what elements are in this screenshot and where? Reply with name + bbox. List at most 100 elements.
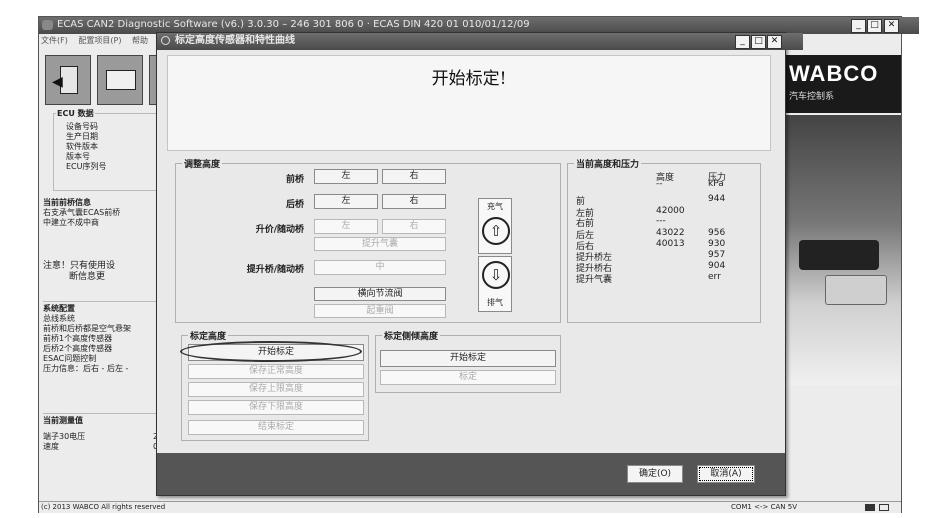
up-arrow-icon: ⇧ xyxy=(482,217,510,245)
col-height-unit: -- xyxy=(656,179,663,189)
cancel-button[interactable]: 取消(A) xyxy=(697,465,755,483)
system-config-line: 总线系统 xyxy=(43,314,75,323)
warning-text: 注意！只有使用设 断信息更 xyxy=(43,261,159,283)
system-config-line: 后桥2个高度传感器 xyxy=(43,344,113,353)
main-minimize-button[interactable]: _ xyxy=(851,19,866,33)
side-calibrate-button[interactable]: 标定 xyxy=(380,370,556,385)
status-connection-icon xyxy=(865,504,875,511)
printer-icon xyxy=(106,70,136,90)
pressure-row-value: err xyxy=(708,272,721,282)
main-title: ECAS CAN2 Diagnostic Software (v6.) 3.0.… xyxy=(57,19,530,30)
finish-calibration-button[interactable]: 结束标定 xyxy=(188,420,364,435)
front-left-button[interactable]: 左 xyxy=(314,169,378,184)
warning-line-1: 注意！只有使用设 xyxy=(43,261,116,271)
calibrate-side-title: 标定侧倾高度 xyxy=(382,329,441,342)
current-height-title: 当前高度和压力 xyxy=(574,157,642,170)
ecu-item: ECU序列号 xyxy=(66,162,107,171)
lift-air-bag-button[interactable]: 提升气囊 xyxy=(314,237,446,251)
system-config-line: ESAC问题控制 xyxy=(43,354,97,363)
save-lower-height-button[interactable]: 保存下限高度 xyxy=(188,400,364,415)
ecu-device-shape xyxy=(799,240,879,270)
lift-left-button[interactable]: 左 xyxy=(314,219,378,234)
status-connection: COM1 <-> CAN 5V xyxy=(731,503,797,511)
pressure-row-value: 930 xyxy=(708,239,726,249)
menu-project[interactable]: 配置项目(P) xyxy=(78,36,121,45)
brand-logo: WABCO xyxy=(789,61,879,86)
current-height-group: 当前高度和压力 高度 -- 压力 kPa 前 944 左前 42000 右前 -… xyxy=(567,157,761,323)
measurement-row: 速度0 xyxy=(43,442,159,452)
front-axle-label: 前桥 xyxy=(285,175,304,185)
dialog-icon xyxy=(161,36,170,45)
main-statusbar: (c) 2013 WABCO All rights reserved COM1 … xyxy=(39,501,901,513)
pressure-row-value: 956 xyxy=(708,228,726,238)
pressure-row-value: 904 xyxy=(708,261,726,271)
ecu-item: 生产日期 xyxy=(66,132,98,141)
message-text: 开始标定! xyxy=(431,69,507,89)
main-maximize-button[interactable]: □ xyxy=(867,19,882,33)
measurement-label: 速度 xyxy=(43,442,59,451)
system-config-section: 系统配置 总线系统 前桥和后桥都是空气悬架 前桥1个高度传感器 后桥2个高度传感… xyxy=(43,301,159,374)
brand-panel: WABCO 汽车控制系 xyxy=(785,55,901,113)
calibrate-height-group: 标定高度 开始标定 保存正常高度 保存上限高度 保存下限高度 结束标定 xyxy=(180,329,369,441)
dialog-footer: 确定(O) 取消(A) xyxy=(157,453,785,495)
inflate-button[interactable]: 充气 ⇧ xyxy=(478,198,512,254)
save-normal-height-button[interactable]: 保存正常高度 xyxy=(188,364,364,379)
lateral-valve-button[interactable]: 横向节流阀 xyxy=(314,287,446,301)
dialog-minimize-button[interactable]: _ xyxy=(735,35,750,49)
pressure-row-value: 957 xyxy=(708,250,726,260)
status-copyright: (c) 2013 WABCO All rights reserved xyxy=(41,503,166,511)
measurement-row: 端子30电压2 xyxy=(43,432,159,442)
ecu-item: 软件版本 xyxy=(66,142,98,151)
measurement-label: 端子30电压 xyxy=(43,432,86,441)
dialog-close-button[interactable]: ✕ xyxy=(767,35,782,49)
system-config-title: 系统配置 xyxy=(43,304,75,313)
calibration-dialog: 标定高度传感器和特性曲线 _ □ ✕ 开始标定! 调整高度 前桥 左 右 后桥 … xyxy=(156,32,803,496)
start-side-calibration-button[interactable]: 开始标定 xyxy=(380,350,556,367)
height-row-value: 42000 xyxy=(656,206,685,216)
toolbar-print-button[interactable] xyxy=(97,55,143,105)
ecu-item: 版本号 xyxy=(66,152,90,161)
vehicle-info-line: 中建立不成中商 xyxy=(43,218,99,227)
product-image xyxy=(785,115,901,385)
warning-line-2: 断信息更 xyxy=(69,272,106,282)
height-row-value: 43022 xyxy=(656,228,685,238)
menu-file[interactable]: 文件(F) xyxy=(41,36,68,45)
down-arrow-icon: ⇩ xyxy=(482,261,510,289)
ecu-item: 设备号码 xyxy=(66,122,98,131)
dialog-maximize-button[interactable]: □ xyxy=(751,35,766,49)
pressure-row-value: 944 xyxy=(708,194,726,204)
app-icon xyxy=(42,20,53,30)
system-config-line: 压力信息：后右 - 后左 - xyxy=(43,364,129,373)
ecu-section-list: 设备号码 生产日期 软件版本 版本号 ECU序列号 xyxy=(66,122,107,172)
toolbar-exit-button[interactable]: ◀ xyxy=(45,55,91,105)
ok-button[interactable]: 确定(O) xyxy=(627,465,683,483)
menu-help[interactable]: 帮助 xyxy=(132,36,148,45)
inflate-label: 充气 xyxy=(487,202,503,211)
lift-follow-label: 提升桥/随动桥 xyxy=(246,265,304,275)
main-close-button[interactable]: ✕ xyxy=(884,19,899,33)
dialog-title: 标定高度传感器和特性曲线 xyxy=(175,35,295,46)
front-right-button[interactable]: 右 xyxy=(382,169,446,184)
highlight-ellipse xyxy=(180,341,362,362)
save-upper-height-button[interactable]: 保存上限高度 xyxy=(188,382,364,397)
lift-axle-label: 升价/随动桥 xyxy=(255,225,304,235)
rear-right-button[interactable]: 右 xyxy=(382,194,446,209)
brand-subtitle: 汽车控制系 xyxy=(789,92,835,102)
height-row-value: 40013 xyxy=(656,239,685,249)
lift-follow-mid-button[interactable]: 中 xyxy=(314,260,446,275)
ecu-section: ECU 数据 设备号码 生产日期 软件版本 版本号 ECU序列号 xyxy=(53,108,159,191)
message-panel: 开始标定! xyxy=(167,55,771,151)
col-pressure-unit: kPa xyxy=(708,179,724,189)
system-config-line: 前桥1个高度传感器 xyxy=(43,334,113,343)
calibrate-side-group: 标定侧倾高度 开始标定 标定 xyxy=(375,329,561,393)
rear-left-button[interactable]: 左 xyxy=(314,194,378,209)
vehicle-info-section: 当前前桥信息 右支承气囊ECAS前桥 中建立不成中商 xyxy=(43,198,159,228)
measurements-title: 当前测量值 xyxy=(43,416,83,425)
exhaust-button[interactable]: ⇩ 排气 xyxy=(478,256,512,312)
adjust-height-group: 调整高度 前桥 左 右 后桥 左 右 升价/随动桥 左 右 提升气囊 提升桥/随… xyxy=(175,157,561,323)
status-network-icon xyxy=(879,504,889,511)
ecu-section-title: ECU 数据 xyxy=(56,108,95,119)
height-row-label: 提升气囊 xyxy=(576,275,613,285)
lift-valve-button[interactable]: 起重阀 xyxy=(314,304,446,318)
lift-right-button[interactable]: 右 xyxy=(382,219,446,234)
